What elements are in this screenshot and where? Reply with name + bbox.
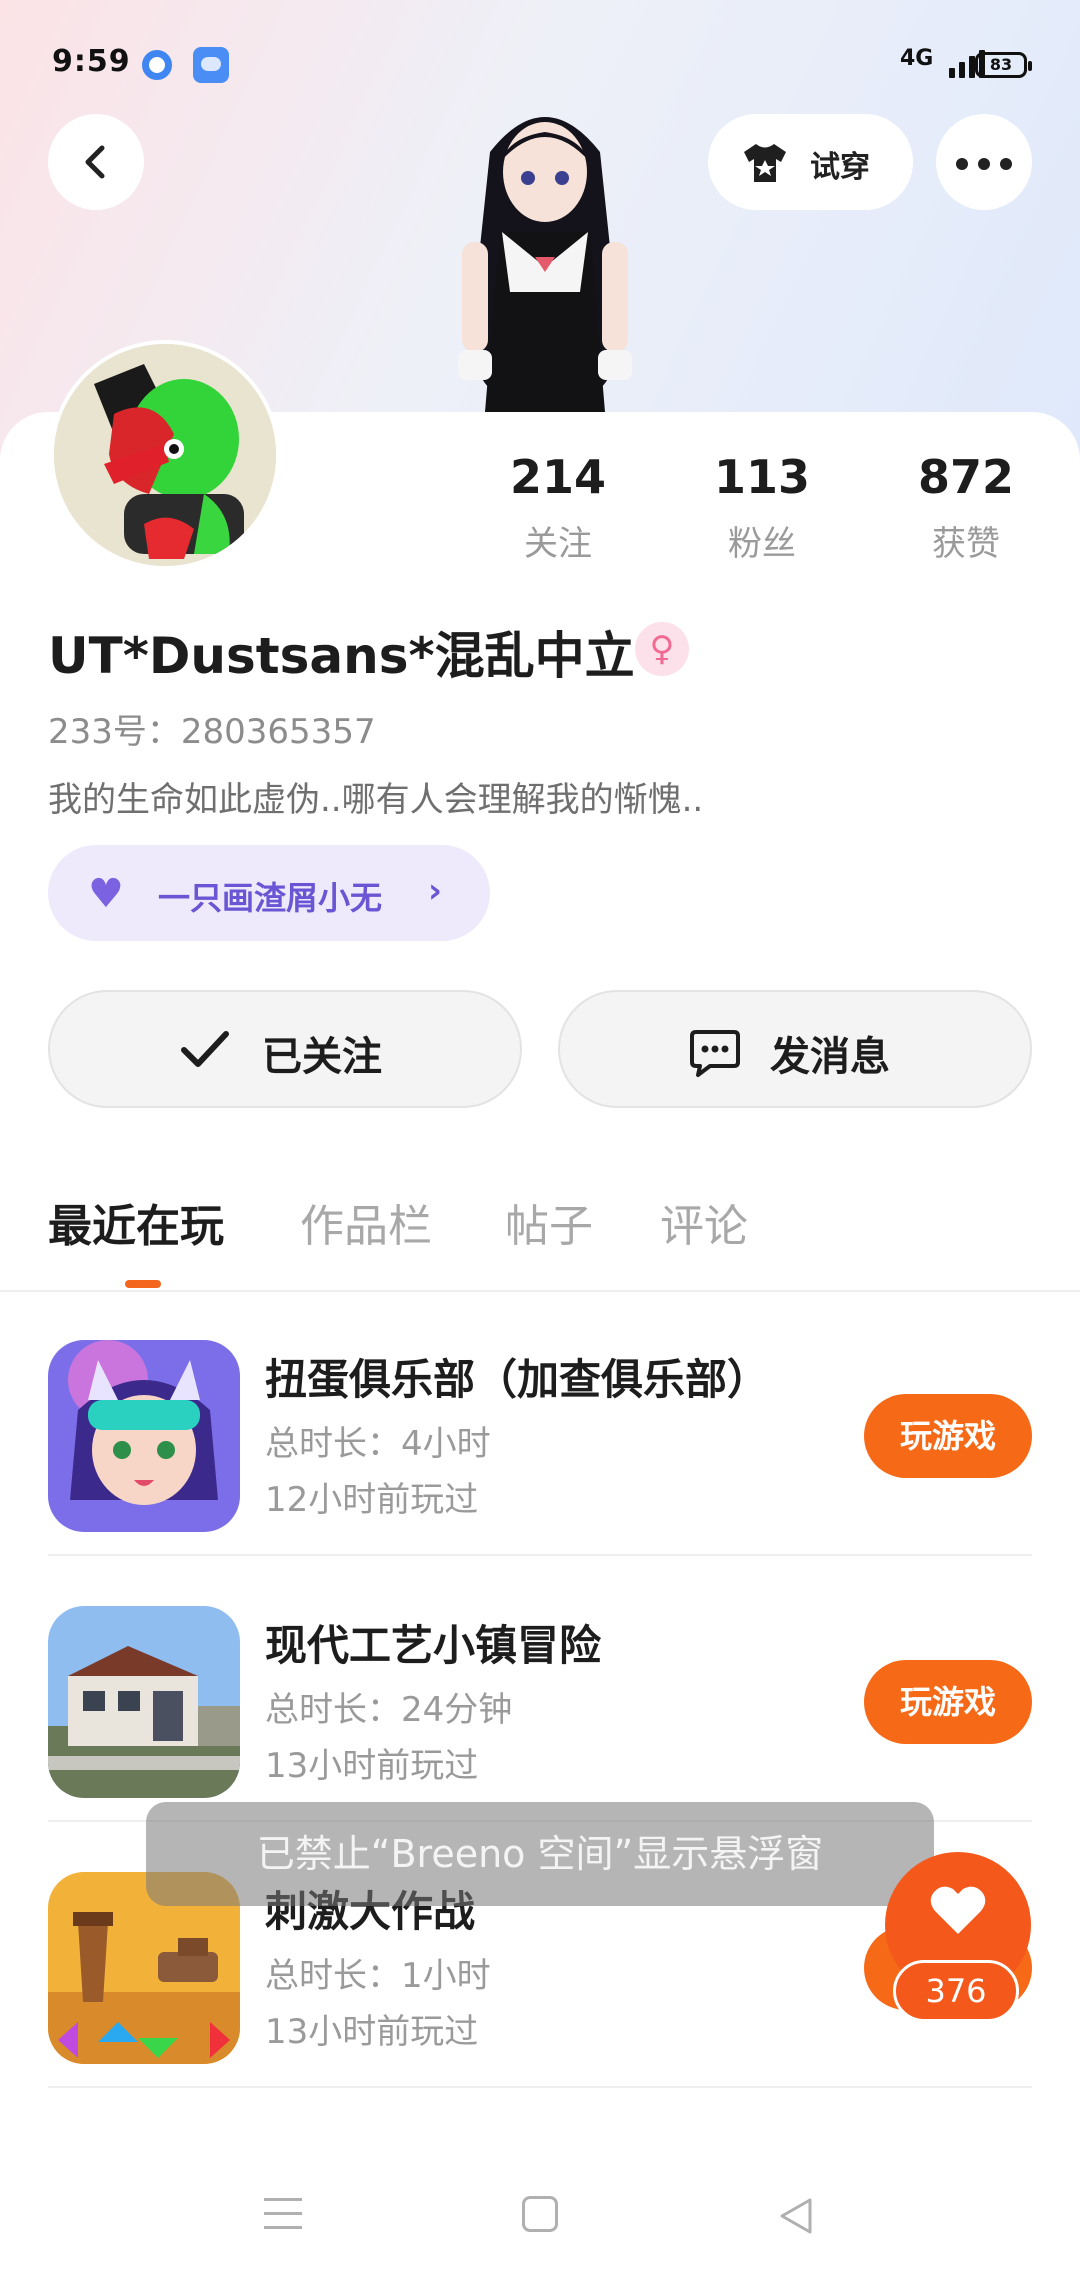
profile-tabs: 最近在玩 作品栏 帖子 评论: [0, 1190, 1080, 1290]
play-game-button[interactable]: 玩游戏: [864, 1660, 1032, 1744]
system-nav-bar: [0, 2146, 1080, 2280]
game-duration: 总时长：4小时: [265, 1424, 491, 1464]
following-label: 关注: [524, 524, 592, 564]
try-on-button[interactable]: 试穿: [708, 114, 913, 210]
floating-window-toast: 已禁止“Breeno 空间”显示悬浮窗: [146, 1802, 934, 1906]
tab-recently-played[interactable]: 最近在玩: [48, 1190, 224, 1254]
game-last-played: 12小时前玩过: [265, 1480, 479, 1520]
female-gender-icon: ♀: [635, 622, 689, 676]
user-bio: 我的生命如此虚伪..哪有人会理解我的惭愧..: [48, 780, 704, 820]
tab-works[interactable]: 作品栏: [300, 1190, 432, 1254]
game-title: 现代工艺小镇冒险: [265, 1621, 602, 1670]
chat-bubble-icon: [690, 1030, 740, 1077]
stat-likes[interactable]: 872 获赞: [886, 450, 1046, 565]
purple-heart-icon: ♥: [88, 871, 124, 917]
user-avatar[interactable]: [50, 340, 280, 570]
username: UT*Dustsans*混乱中立: [48, 627, 635, 685]
tshirt-icon: [744, 144, 786, 182]
send-message-button[interactable]: 发消息: [558, 990, 1032, 1108]
check-icon: [181, 1031, 229, 1067]
send-message-label: 发消息: [770, 1034, 890, 1080]
followers-label: 粉丝: [728, 524, 796, 564]
game-last-played: 13小时前玩过: [265, 2012, 479, 2052]
like-count: 376: [893, 1960, 1019, 2022]
following-count: 214: [509, 450, 607, 504]
nav-back-icon[interactable]: [776, 2196, 816, 2236]
active-tab-indicator: [125, 1280, 161, 1288]
battery-icon: 83: [975, 52, 1032, 78]
back-button[interactable]: [48, 114, 144, 210]
likes-label: 获赞: [932, 524, 1000, 564]
play-game-button[interactable]: 玩游戏: [864, 1394, 1032, 1478]
row-divider: [48, 2086, 1032, 2088]
recent-apps-icon[interactable]: [264, 2198, 302, 2230]
game-title: 扭蛋俱乐部（加查俱乐部）: [265, 1355, 770, 1404]
followed-button[interactable]: 已关注: [48, 990, 522, 1108]
more-options-button[interactable]: [936, 114, 1032, 210]
more-dots-icon: [956, 158, 968, 170]
notification-app-icon: [142, 50, 172, 80]
likes-count: 872: [917, 450, 1015, 504]
stat-followers[interactable]: 113 粉丝: [682, 450, 842, 565]
game-list-item[interactable]: 扭蛋俱乐部（加查俱乐部） 总时长：4小时 12小时前玩过 玩游戏: [0, 1290, 1080, 1556]
gacha-club-game-icon: [48, 1340, 240, 1532]
status-time: 9:59: [52, 44, 131, 79]
tab-comments[interactable]: 评论: [660, 1190, 748, 1254]
followed-label: 已关注: [262, 1034, 382, 1080]
tab-posts[interactable]: 帖子: [505, 1190, 593, 1254]
craft-town-game-icon: [48, 1606, 240, 1798]
back-arrow-icon: [85, 145, 105, 179]
user-id: 233号：280365357: [48, 712, 376, 752]
heart-icon: [930, 1886, 986, 1934]
cp-tag-pill[interactable]: ♥ 一只画渣屑小无 ›: [48, 845, 490, 941]
chevron-right-icon: ›: [428, 871, 443, 911]
stat-following[interactable]: 214 关注: [478, 450, 638, 565]
game-last-played: 13小时前玩过: [265, 1746, 479, 1786]
game-duration: 总时长：1小时: [265, 1956, 491, 1996]
home-icon[interactable]: [522, 2196, 558, 2232]
avatar-3d-character[interactable]: [420, 92, 670, 412]
notification-cloud-icon: [193, 47, 229, 83]
cp-tag-label: 一只画渣屑小无: [158, 879, 383, 917]
game-duration: 总时长：24分钟: [265, 1690, 513, 1730]
try-on-label: 试穿: [810, 150, 870, 185]
network-type: 4G: [900, 46, 934, 71]
followers-count: 113: [713, 450, 811, 504]
game-list-item[interactable]: 现代工艺小镇冒险 总时长：24分钟 13小时前玩过 玩游戏: [0, 1556, 1080, 1822]
